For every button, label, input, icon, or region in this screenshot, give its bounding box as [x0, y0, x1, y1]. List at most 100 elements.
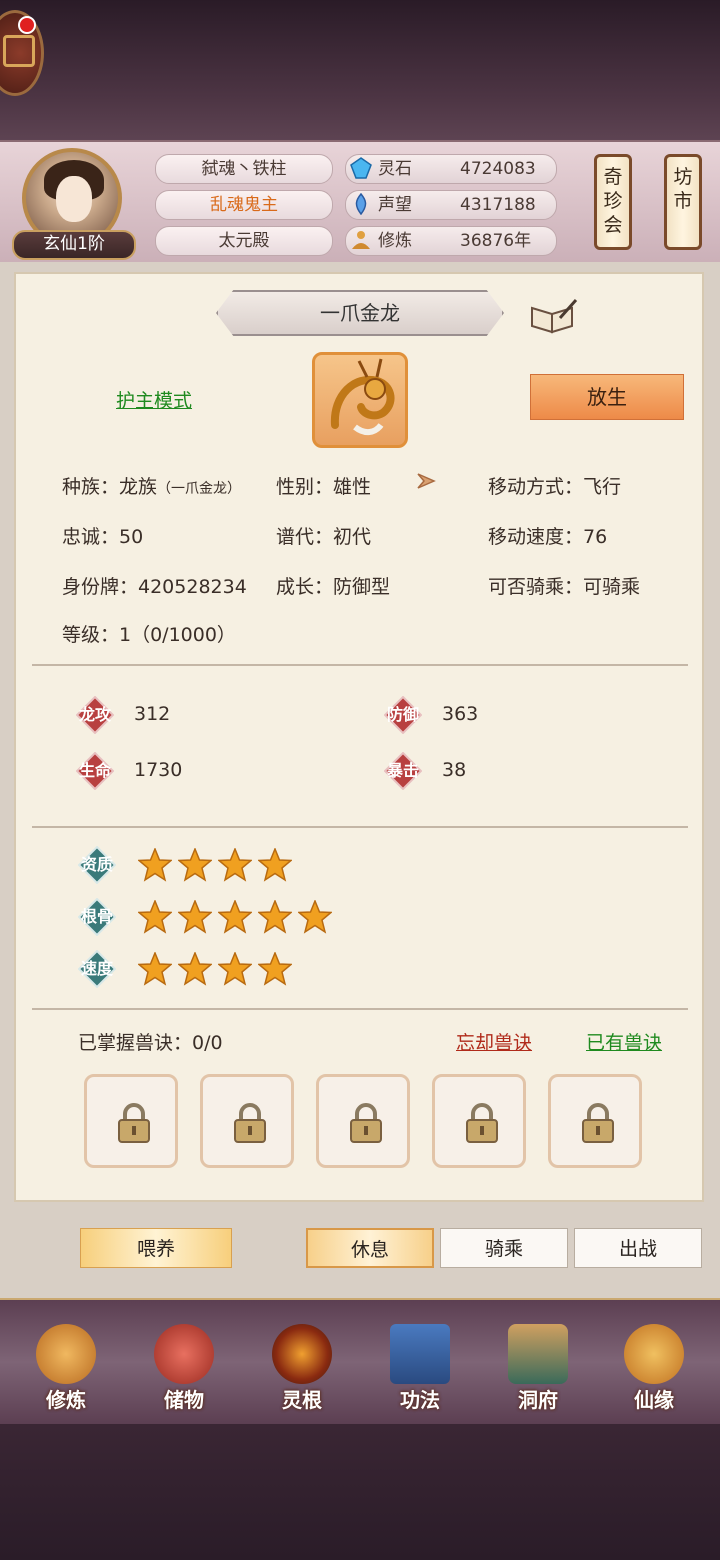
star-icon [178, 900, 212, 934]
resource-value: 4317188 [460, 195, 536, 215]
nav-label: 功法 [400, 1388, 440, 1412]
generation-info: 谱代：初代 [276, 526, 372, 548]
health-value: 1730 [134, 759, 183, 781]
defense-value: 363 [442, 703, 479, 725]
race-value: 龙族 [119, 476, 158, 498]
tab-rest[interactable]: 休息 [306, 1228, 434, 1268]
crit-stat-icon: 暴击 [383, 751, 423, 791]
star-icon [178, 952, 212, 986]
rideable-info: 可否骑乘：可骑乘 [488, 576, 641, 598]
resource-value: 36876年 [460, 231, 532, 251]
lock-icon [582, 1103, 614, 1143]
reputation-icon [355, 193, 367, 215]
meditation-icon [352, 231, 370, 249]
resource-spirit-stone: 灵石 4724083 [345, 154, 557, 184]
level-info: 等级：1（0/1000） [62, 624, 236, 646]
nav-label: 修炼 [46, 1388, 86, 1412]
nav-label: 洞府 [518, 1388, 558, 1412]
market-button[interactable]: 坊市 [664, 154, 702, 250]
bag-icon [154, 1324, 214, 1384]
divider [32, 664, 688, 666]
pet-name: 一爪金龙 [320, 301, 400, 325]
skill-slot[interactable] [432, 1074, 526, 1168]
aptitude-icon: 资质 [77, 845, 117, 885]
tab-battle[interactable]: 出战 [574, 1228, 702, 1268]
spirit-stone-icon [350, 157, 372, 179]
move-speed-info: 移动速度：76 [488, 526, 608, 548]
player-title: 乱魂鬼主 [155, 190, 333, 220]
resource-label: 修炼 [378, 231, 412, 251]
star-icon [138, 848, 172, 882]
owned-skills-link[interactable]: 已有兽诀 [586, 1028, 662, 1055]
divider [32, 1008, 688, 1010]
mastered-skills-label: 已掌握兽诀：0/0 [78, 1032, 223, 1054]
star-icon [218, 900, 252, 934]
star-icon [138, 952, 172, 986]
stat-label: 龙攻 [78, 705, 111, 724]
star-icon [258, 900, 292, 934]
release-button[interactable]: 放生 [530, 374, 684, 420]
id-tag-info: 身份牌：420528234 [62, 576, 247, 598]
feed-button[interactable]: 喂养 [80, 1228, 232, 1268]
rank-badge: 玄仙1阶 [12, 230, 136, 260]
stat-label: 暴击 [386, 761, 419, 780]
golden-dragon-icon [330, 358, 395, 435]
notification-dot [18, 16, 36, 34]
race-label: 种族： [62, 476, 120, 498]
gender-info: 性别：雄性 [276, 476, 372, 498]
lock-icon [350, 1103, 382, 1143]
lower-backdrop [0, 1424, 720, 1560]
rename-book-icon[interactable] [530, 298, 578, 334]
treasure-auction-button[interactable]: 奇珍会 [594, 154, 632, 250]
nav-fate[interactable]: 仙缘 [606, 1310, 702, 1418]
star-icon [218, 952, 252, 986]
attack-stat-icon: 龙攻 [75, 695, 115, 735]
star-icon [218, 848, 252, 882]
crit-value: 38 [442, 759, 467, 781]
skill-slot[interactable] [200, 1074, 294, 1168]
resource-label: 灵石 [378, 159, 412, 179]
race-info: 种族：龙族（一爪金龙） [62, 472, 241, 499]
arrow-right-icon[interactable] [414, 466, 444, 496]
player-header: 玄仙1阶 弑魂丶铁柱 乱魂鬼主 太元殿 灵石 4724083 声望 431718… [0, 140, 720, 264]
resource-label: 声望 [378, 195, 412, 215]
nav-label: 仙缘 [634, 1388, 674, 1412]
star-icon [178, 848, 212, 882]
nav-cave[interactable]: 洞府 [490, 1310, 586, 1418]
rating-label: 资质 [80, 855, 113, 874]
pet-portrait[interactable] [312, 352, 408, 448]
scripture-book-icon [390, 1324, 450, 1384]
player-name: 弑魂丶铁柱 [155, 154, 333, 184]
rating-label: 根骨 [80, 907, 113, 926]
rating-label: 速度 [80, 959, 113, 978]
nav-cultivate[interactable]: 修炼 [18, 1310, 114, 1418]
spirit-root-icon [272, 1324, 332, 1384]
star-icon [258, 848, 292, 882]
nav-label: 储物 [164, 1388, 204, 1412]
lock-icon [234, 1103, 266, 1143]
growth-info: 成长：防御型 [276, 576, 391, 598]
lock-icon [466, 1103, 498, 1143]
nav-label: 灵根 [282, 1388, 322, 1412]
stat-label: 防御 [386, 705, 419, 724]
resource-reputation: 声望 4317188 [345, 190, 557, 220]
skill-slot[interactable] [316, 1074, 410, 1168]
forget-skill-link[interactable]: 忘却兽诀 [456, 1028, 532, 1055]
player-sect: 太元殿 [155, 226, 333, 256]
star-icon [298, 900, 332, 934]
tab-ride[interactable]: 骑乘 [440, 1228, 568, 1268]
resource-cultivation: 修炼 36876年 [345, 226, 557, 256]
nav-storage[interactable]: 储物 [136, 1310, 232, 1418]
nav-techniques[interactable]: 功法 [372, 1310, 468, 1418]
attack-value: 312 [134, 703, 171, 725]
speed-rating-icon: 速度 [77, 949, 117, 989]
bone-icon: 根骨 [77, 897, 117, 937]
cave-palace-icon [508, 1324, 568, 1384]
star-icon [138, 900, 172, 934]
health-stat-icon: 生命 [75, 751, 115, 791]
skill-slot[interactable] [84, 1074, 178, 1168]
guard-mode-link[interactable]: 护主模式 [116, 386, 192, 413]
nav-spirit-root[interactable]: 灵根 [254, 1310, 350, 1418]
skill-slot[interactable] [548, 1074, 642, 1168]
star-icon [258, 952, 292, 986]
